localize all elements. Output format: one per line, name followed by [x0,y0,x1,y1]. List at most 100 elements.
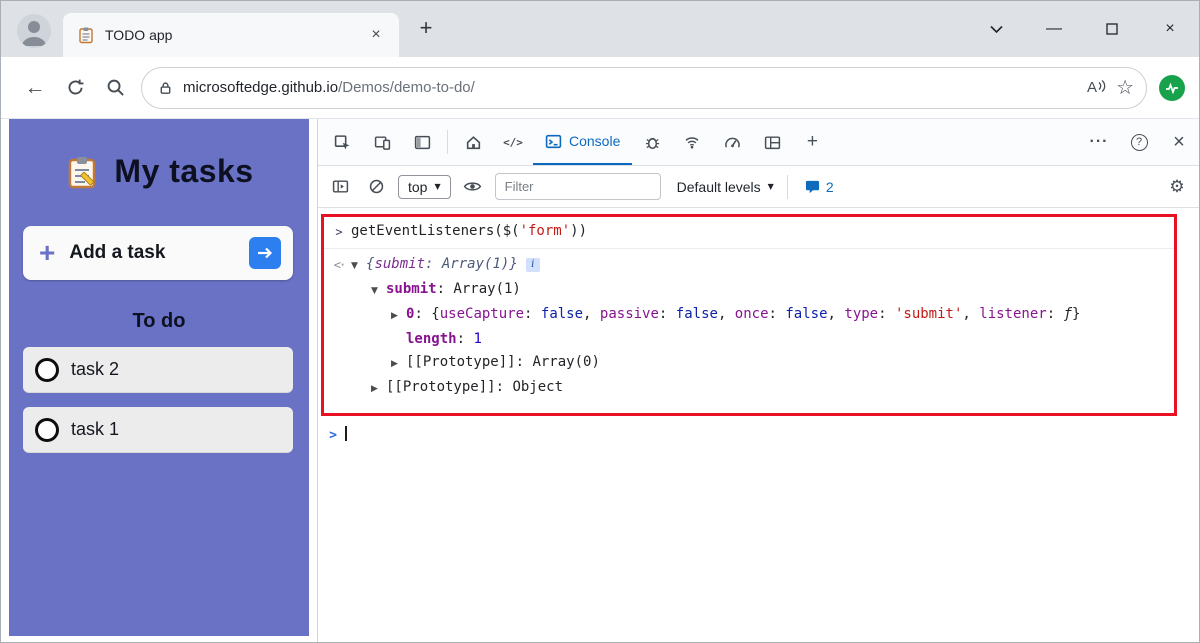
submit-task-arrow-button[interactable] [249,237,281,269]
listener-entry: 0: {useCapture: false, passive: false, o… [406,306,1080,322]
todo-section-title: To do [9,310,309,333]
prompt-chevron-icon: > [324,426,342,444]
welcome-home-icon[interactable] [453,119,493,165]
object-preview: {submit: Array(1)} [366,256,518,272]
back-button[interactable]: ← [15,68,55,108]
length-property: length: 1 [406,331,482,347]
maximize-button[interactable] [1083,1,1141,57]
dock-panel-icon[interactable] [402,119,442,165]
new-tab-button[interactable]: + [413,15,439,41]
javascript-context-dropdown[interactable]: top ▼ [398,175,451,199]
elements-panel-icon[interactable]: </> [493,119,533,165]
device-emulation-icon[interactable] [362,119,402,165]
console-property-line: ▶0: {useCapture: false, passive: false, … [324,303,1174,328]
task-checkbox[interactable] [35,418,59,442]
browser-tab[interactable]: TODO app × [63,13,399,57]
disclosure-triangle-icon[interactable]: ▶ [371,381,386,398]
task-label: task 2 [71,359,119,380]
close-window-button[interactable]: × [1141,1,1199,57]
todo-header: My tasks [9,153,309,190]
devtools-tabbar: </> Console + [318,119,1199,166]
disclosure-triangle-icon[interactable]: ▼ [371,283,386,300]
favorites-star-icon[interactable]: ☆ [1116,75,1134,100]
url-domain: microsoftedge.github.io [183,79,338,96]
browser-toolbar: ← microsoftedge.github.io/Demos/demo-to-… [1,57,1199,119]
live-expression-eye-icon[interactable] [459,173,487,201]
info-icon[interactable]: i [526,258,540,272]
clear-console-icon[interactable] [362,173,390,201]
url-text[interactable]: microsoftedge.github.io/Demos/demo-to-do… [183,79,1077,96]
task-label: task 1 [71,419,119,440]
profile-avatar[interactable] [17,14,51,48]
todo-app-panel: My tasks + Add a task To do task 2 task … [9,119,309,636]
console-property-line: ▶[[Prototype]]: Object [324,376,1174,401]
minimize-button[interactable]: — [1025,1,1083,57]
console-input-marker-icon: > [330,223,348,241]
lock-icon[interactable] [158,80,173,96]
task-row[interactable]: task 1 [23,407,293,453]
layout-panels-icon[interactable] [752,119,792,165]
tab-close-icon[interactable]: × [365,24,387,46]
disclosure-triangle-icon[interactable]: ▶ [391,356,406,373]
console-filter-input[interactable] [495,173,661,200]
message-bubble-icon [805,179,820,194]
read-aloud-icon[interactable]: A [1087,79,1106,96]
add-task-label: Add a task [69,242,235,264]
task-checkbox[interactable] [35,358,59,382]
tab-console-label: Console [569,133,620,149]
console-prompt[interactable]: > [318,423,1199,447]
console-result-line: <· ▼{submit: Array(1)} i [324,253,1174,278]
address-bar[interactable]: microsoftedge.github.io/Demos/demo-to-do… [141,67,1147,109]
annotation-highlight-red-box: > getEventListeners($('form')) <· ▼{subm… [321,214,1177,416]
url-path: /Demos/demo-to-do/ [338,79,475,96]
page-title: My tasks [114,153,253,190]
issues-bug-icon[interactable] [632,119,672,165]
network-conditions-wifi-icon[interactable] [672,119,712,165]
plus-icon: + [39,239,55,267]
console-result-block: <· ▼{submit: Array(1)}i ▼submit: Array(1… [324,249,1174,407]
search-icon[interactable] [95,68,135,108]
console-property-line: ▶[[Prototype]]: Array(0) [324,351,1174,376]
close-devtools-icon[interactable]: × [1159,119,1199,165]
task-row[interactable]: task 2 [23,347,293,393]
log-levels-dropdown[interactable]: Default levels ▼ [677,179,774,195]
console-toolbar: top ▼ Default levels ▼ 2 ⚙ [318,166,1199,208]
browser-essentials-icon[interactable] [1159,75,1185,101]
browser-window: TODO app × + — × ← microsoftedge.gi [0,0,1200,643]
toolbar-separator [447,130,448,154]
more-options-icon[interactable]: ··· [1079,119,1119,165]
console-property-line: length: 1 [324,328,1174,351]
inspect-element-icon[interactable] [322,119,362,165]
tab-favicon-clipboard-icon [77,26,95,44]
disclosure-triangle-icon[interactable]: ▶ [391,308,406,325]
performance-gauge-icon[interactable] [712,119,752,165]
text-cursor [345,426,347,441]
add-panel-icon[interactable]: + [792,119,832,165]
person-icon [17,14,51,48]
tab-actions-chevron-icon[interactable] [967,1,1025,57]
window-controls: — × [967,1,1199,57]
console-sidebar-icon[interactable] [326,173,354,201]
console-panel-icon [545,133,562,150]
submit-property: submit: Array(1) [386,281,521,297]
console-output: > getEventListeners($('form')) <· ▼{subm… [318,208,1199,642]
help-icon[interactable]: ? [1119,119,1159,165]
toolbar-separator [787,175,788,199]
chevron-down-icon: ▼ [768,182,774,191]
prototype-object-property: [[Prototype]]: Object [386,379,563,395]
console-command-line: > getEventListeners($('form')) [324,217,1174,249]
refresh-button[interactable] [55,68,95,108]
return-value-icon: <· [330,256,348,274]
tab-title: TODO app [105,27,355,43]
console-messages-badge[interactable]: 2 [805,179,834,195]
disclosure-triangle-icon[interactable]: ▼ [351,258,366,275]
add-task-button[interactable]: + Add a task [23,226,293,280]
console-command-text: getEventListeners($('form')) [351,223,587,240]
tab-console[interactable]: Console [533,119,632,165]
page-viewport: My tasks + Add a task To do task 2 task … [1,119,317,642]
titlebar: TODO app × + — × [1,1,1199,57]
chevron-down-icon: ▼ [434,182,440,191]
console-property-line: ▼submit: Array(1) [324,278,1174,303]
clipboard-icon [64,154,100,190]
settings-gear-icon[interactable]: ⚙ [1163,173,1191,201]
